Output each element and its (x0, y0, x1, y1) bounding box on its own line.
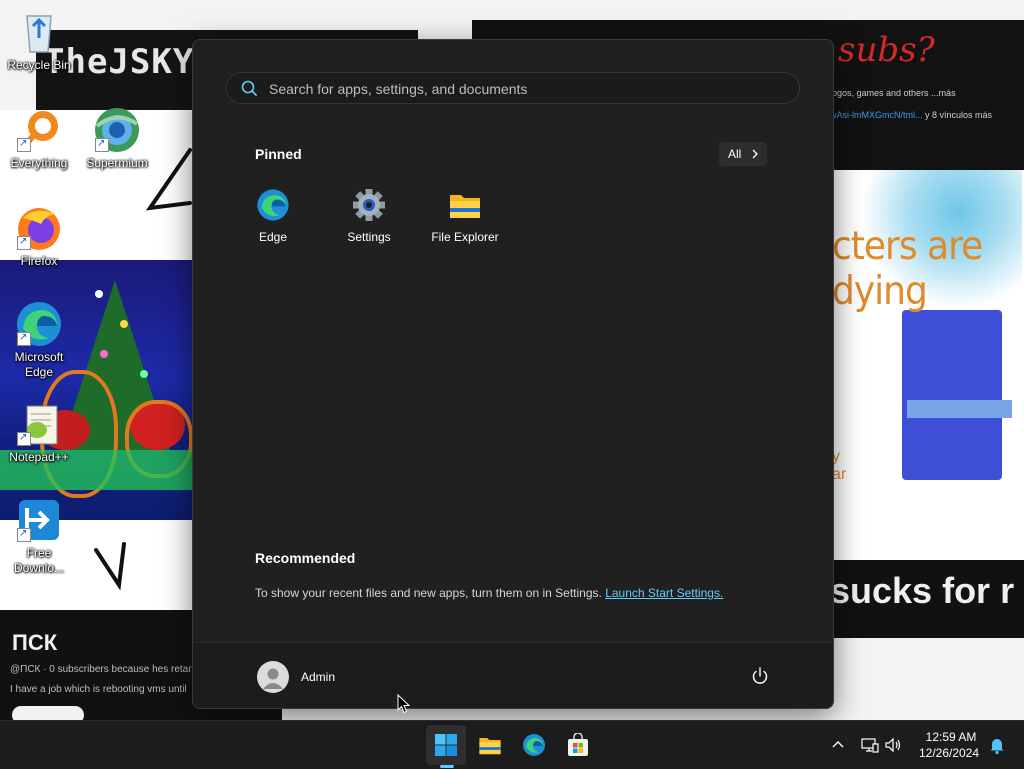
recommended-text: To show your recent files and new apps, … (255, 586, 602, 600)
network-icon[interactable] (860, 735, 880, 755)
pinned-app-label: Settings (347, 230, 391, 244)
recycle-bin-icon (15, 8, 63, 56)
folder-icon (479, 737, 501, 755)
taskbar-start-button[interactable] (426, 725, 466, 765)
wallpaper-subs-text: subs? (838, 30, 935, 70)
wallpaper-right-rest: y 8 vínculos más (925, 110, 993, 120)
desktop-icon-everything[interactable]: Everything (3, 106, 75, 171)
start-menu: Pinned All Edge (192, 39, 834, 709)
supermium-icon (93, 106, 141, 154)
wallpaper-pck-title: ПСК (12, 630, 58, 655)
edge-icon (15, 300, 63, 348)
desktop-icon-label: Microsoft Edge (14, 350, 64, 379)
wallpaper-right-line-1: logos, games and others ...más (830, 88, 956, 98)
search-icon (241, 80, 257, 96)
taskbar-microsoft-store[interactable] (558, 725, 598, 765)
wallpaper-pck-subtitle: @ПСК · 0 subscribers because hes retar (10, 664, 192, 675)
wallpaper-chars-text: cters are dying (832, 223, 983, 315)
desktop-icon-label: Firefox (20, 254, 58, 268)
user-name[interactable]: Admin (301, 670, 335, 684)
desktop-icon-label: Recycle Bin (7, 58, 71, 72)
everything-icon (15, 106, 63, 154)
wallpaper-sucks-text: sucks for r (830, 570, 1015, 611)
start-menu-footer: Admin (193, 642, 833, 708)
store-icon (568, 733, 588, 756)
free-download-manager-icon (15, 496, 63, 544)
recommended-title: Recommended (255, 550, 356, 566)
desktop-icon-label: Free Downlo... (13, 546, 65, 575)
desktop-icon-microsoft-edge[interactable]: Microsoft Edge (3, 300, 75, 380)
power-button[interactable] (749, 665, 771, 687)
pinned-app-settings[interactable]: Settings (321, 188, 417, 244)
volume-icon[interactable] (883, 735, 903, 755)
taskbar-edge[interactable] (514, 725, 554, 765)
pinned-app-label: Edge (258, 230, 288, 244)
notification-bell-icon[interactable] (987, 735, 1007, 755)
start-search-box[interactable] (226, 72, 800, 104)
mouse-cursor-icon (397, 694, 411, 714)
edge-icon (523, 734, 545, 756)
chevron-up-icon[interactable] (828, 735, 848, 755)
notepad-plus-plus-icon (15, 400, 63, 448)
all-apps-button[interactable]: All (719, 142, 767, 166)
wallpaper-right-line-2: wAsi-lmMXGmcN/tml... y 8 vínculos más (830, 110, 992, 120)
pinned-app-edge[interactable]: Edge (225, 188, 321, 244)
pinned-title: Pinned (255, 146, 302, 162)
wallpaper-right-link: wAsi-lmMXGmcN/tml... (830, 110, 923, 120)
firefox-icon (15, 204, 63, 252)
desktop-icon-notepad-plus-plus[interactable]: Notepad++ (3, 400, 75, 465)
taskbar: 12:59 AM 12/26/2024 (0, 720, 1024, 769)
wallpaper-scribble-v (94, 542, 126, 590)
folder-icon (448, 188, 482, 222)
taskbar-file-explorer[interactable] (470, 725, 510, 765)
desktop-icon-supermium[interactable]: Supermium (81, 106, 153, 171)
user-avatar[interactable] (257, 661, 289, 693)
desktop-icon-firefox[interactable]: Firefox (3, 204, 75, 269)
clock-time[interactable]: 12:59 AM (918, 730, 984, 744)
wallpaper-ar-text: ar (832, 466, 847, 483)
wallpaper-pck-description: I have a job which is rebooting vms unti… (10, 684, 187, 695)
wallpaper-pck-button (12, 706, 84, 720)
desktop-icon-recycle-bin[interactable]: Recycle Bin (3, 8, 75, 73)
power-icon (752, 667, 768, 684)
settings-gear-icon (352, 188, 386, 222)
pinned-app-label: File Explorer (431, 230, 499, 244)
desktop-icon-free-download-manager[interactable]: Free Downlo... (3, 496, 75, 576)
desktop-icon-label: Everything (10, 156, 68, 170)
wallpaper-christmas-image (0, 260, 193, 520)
windows-start-icon (435, 734, 457, 756)
clock-date[interactable]: 12/26/2024 (914, 746, 984, 760)
edge-icon (256, 188, 290, 222)
chevron-right-icon (751, 142, 759, 174)
all-apps-label: All (728, 147, 742, 161)
pinned-app-file-explorer[interactable]: File Explorer (417, 188, 513, 244)
desktop-icon-label: Supermium (86, 156, 148, 170)
launch-start-settings-link[interactable]: Launch Start Settings. (605, 586, 723, 600)
start-search-input[interactable] (267, 77, 781, 101)
recommended-message: To show your recent files and new apps, … (255, 586, 723, 600)
desktop-icon-label: Notepad++ (9, 450, 69, 464)
